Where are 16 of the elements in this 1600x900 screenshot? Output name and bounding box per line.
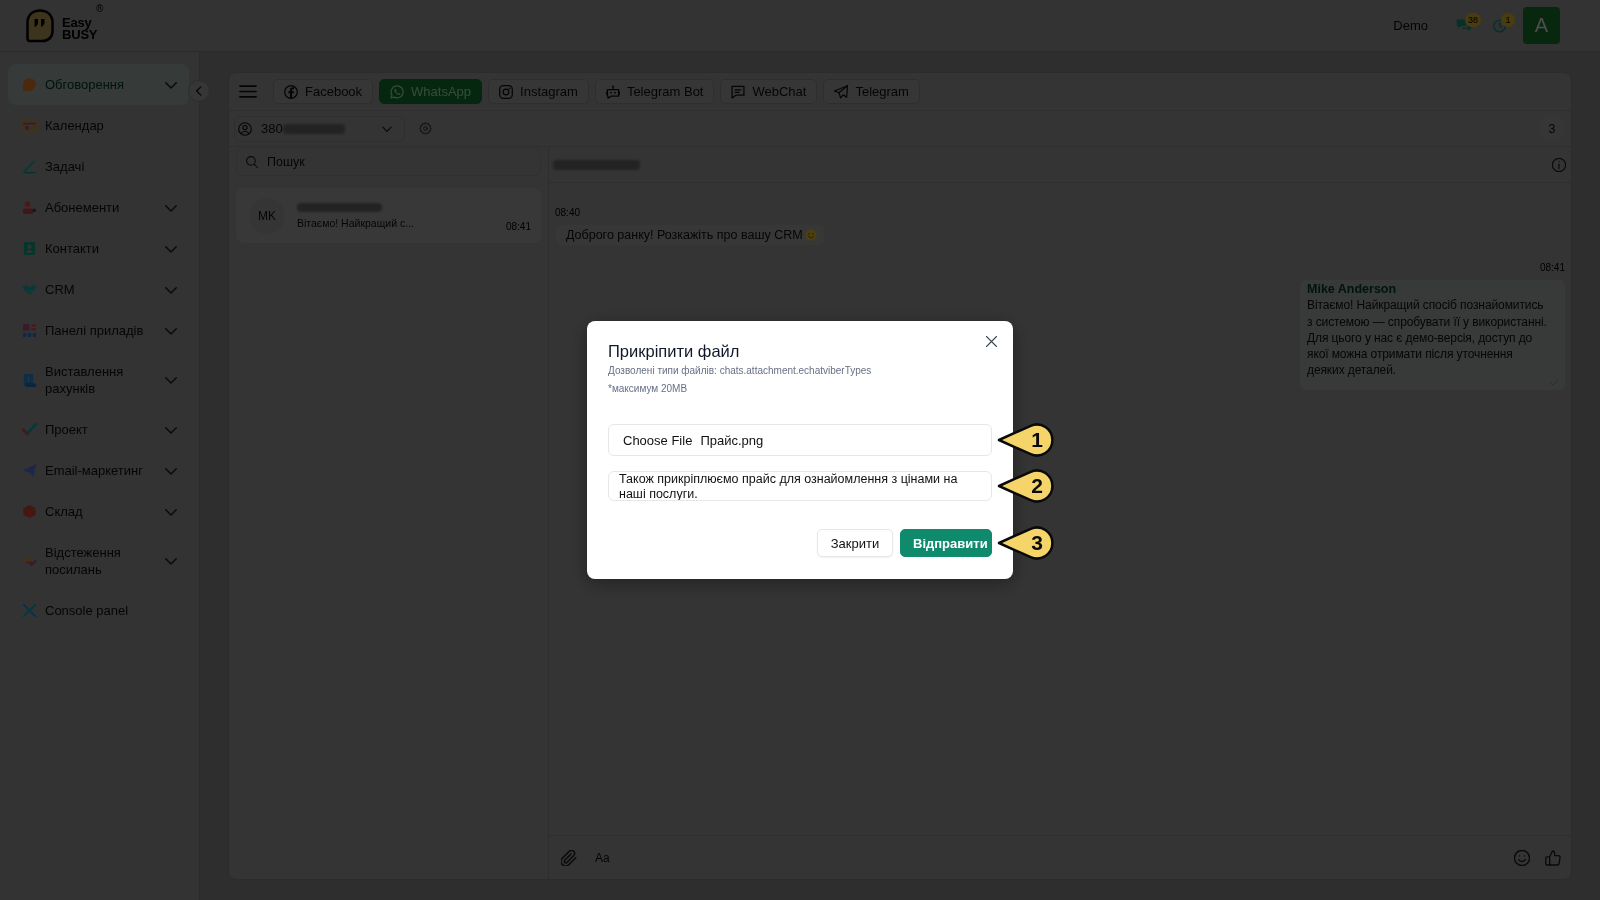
close-button[interactable] bbox=[986, 335, 998, 347]
step-callout: 1 bbox=[997, 422, 1054, 458]
registered-mark: ® bbox=[96, 3, 104, 14]
step-callout: 3 bbox=[997, 525, 1054, 561]
choose-file-button[interactable]: Choose File bbox=[623, 432, 693, 448]
chat-time: 08:41 bbox=[505, 221, 531, 232]
close-icon bbox=[986, 335, 997, 347]
dialog-title: Прикріпити файл bbox=[608, 341, 741, 361]
message-field[interactable]: Також прикріплюємо прайс для ознайомлення з цінами на наші послуги. bbox=[608, 471, 992, 501]
close-dialog-button[interactable]: Закрити bbox=[817, 529, 893, 557]
file-name: Прайс.png bbox=[700, 432, 764, 448]
file-input[interactable]: Choose File Прайс.png bbox=[608, 424, 992, 456]
step-callout: 2 bbox=[997, 468, 1054, 504]
send-button[interactable]: Відправити bbox=[900, 529, 992, 557]
dialog-note: *максимум 20MB bbox=[608, 382, 689, 396]
dialog-note: Дозволені типи файлів: chats.attachment.echatviberTypes bbox=[608, 364, 873, 378]
